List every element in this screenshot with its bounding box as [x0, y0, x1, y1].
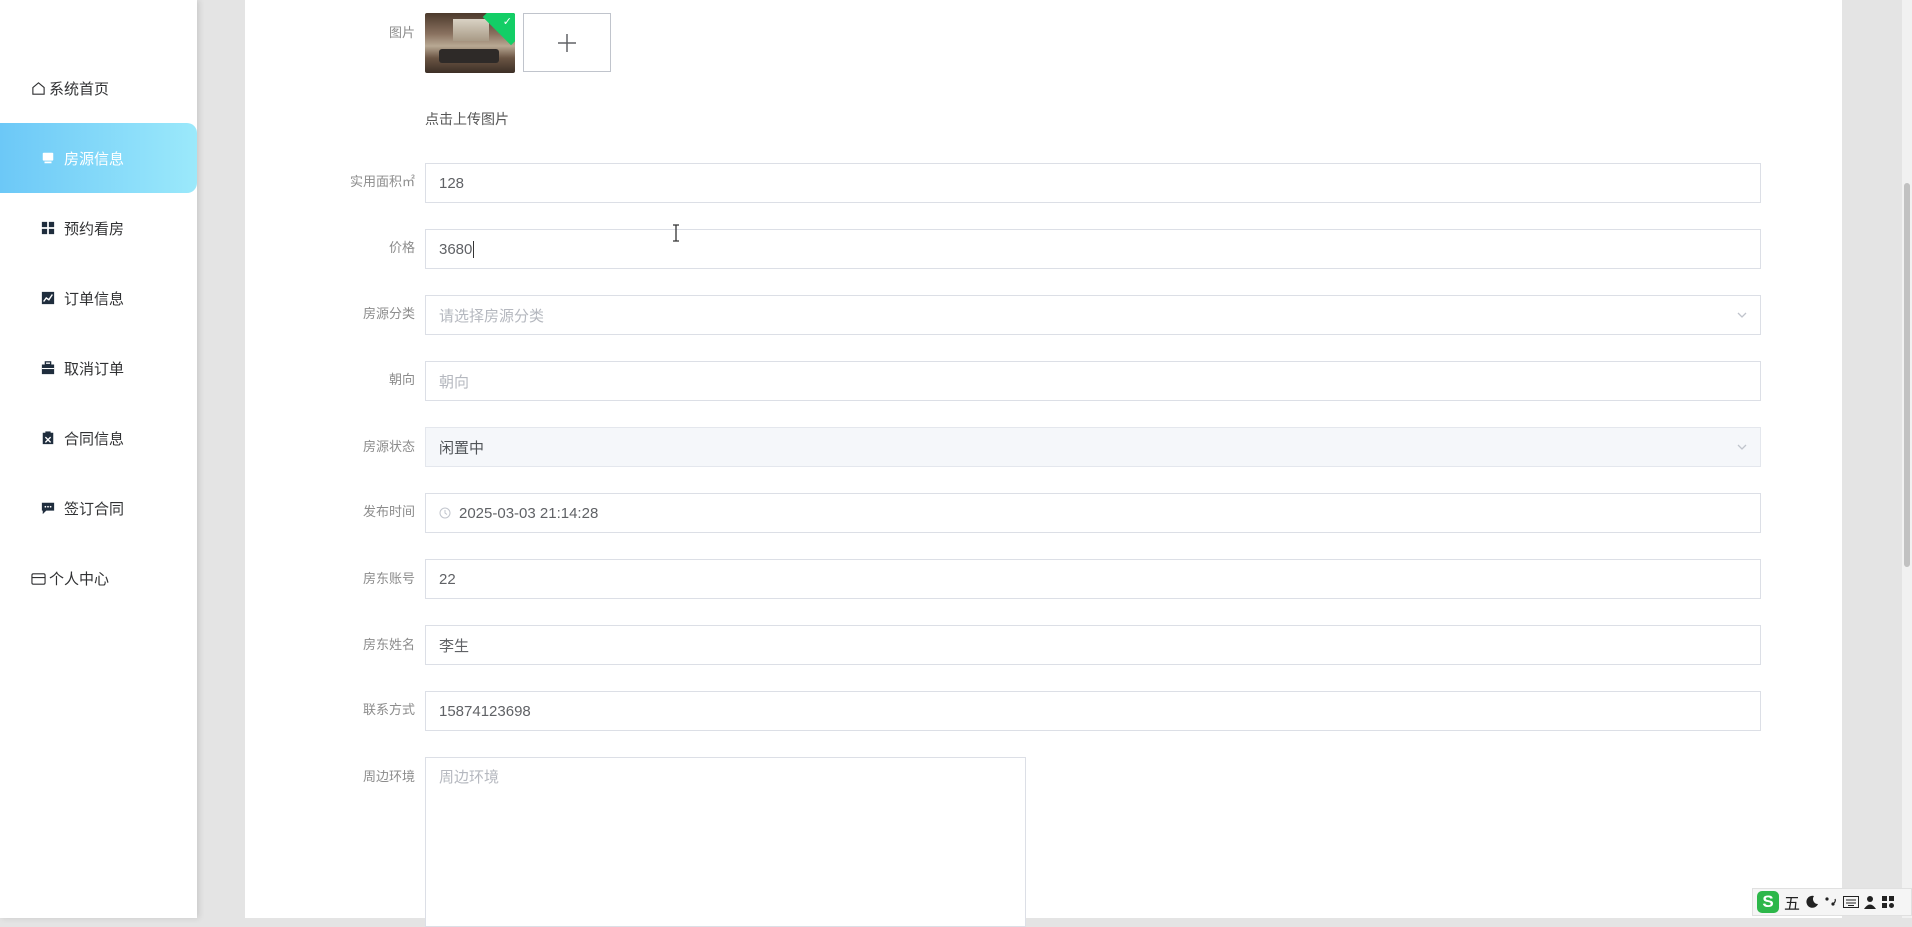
text-cursor — [473, 240, 475, 258]
uploaded-image-thumbnail[interactable]: ✓ — [425, 13, 515, 73]
keyboard-icon[interactable] — [1843, 896, 1860, 908]
check-icon: ✓ — [502, 16, 512, 28]
page-scrollbar[interactable] — [1902, 0, 1912, 918]
clipboard-icon — [40, 430, 56, 446]
image-label: 图片 — [388, 25, 415, 40]
briefcase-icon — [40, 360, 56, 376]
orientation-label: 朝向 — [388, 372, 415, 387]
publish-time-picker[interactable]: 2025-03-03 21:14:28 — [425, 493, 1761, 533]
ime-logo-icon[interactable]: S — [1757, 891, 1779, 913]
price-input[interactable]: 3680 — [425, 229, 1761, 269]
apps-icon[interactable] — [1881, 895, 1895, 909]
status-select[interactable]: 闲置中 — [425, 427, 1761, 467]
sidebar-item-label: 系统首页 — [49, 80, 110, 98]
sidebar-item-label: 个人中心 — [49, 570, 110, 588]
sidebar-item-viewing[interactable]: 预约看房 — [0, 193, 197, 263]
landlord-name-label: 房东姓名 — [362, 637, 415, 652]
user-icon[interactable] — [1864, 895, 1877, 909]
clock-icon — [439, 507, 451, 519]
landlord-account-input[interactable]: 22 — [425, 559, 1761, 599]
sidebar-item-label: 签订合同 — [64, 500, 125, 518]
chevron-down-icon — [1737, 444, 1747, 450]
sidebar-item-label: 预约看房 — [64, 220, 125, 238]
orientation-input[interactable]: 朝向 — [425, 361, 1761, 401]
grid-icon — [40, 220, 56, 236]
surroundings-label: 周边环境 — [362, 769, 415, 784]
area-input[interactable]: 128 — [425, 163, 1761, 203]
sidebar-item-home[interactable]: 系统首页 — [0, 53, 197, 123]
upload-hint[interactable]: 点击上传图片 — [425, 109, 509, 129]
scrollbar-thumb[interactable] — [1904, 183, 1910, 567]
plus-icon — [558, 33, 576, 52]
contact-input[interactable]: 15874123698 — [425, 691, 1761, 731]
home-icon — [30, 80, 46, 96]
sidebar-item-label: 房源信息 — [64, 150, 125, 168]
chat-icon — [40, 500, 56, 516]
sidebar-item-contracts[interactable]: 合同信息 — [0, 403, 197, 473]
area-label: 实用面积㎡ — [349, 174, 415, 189]
sidebar-item-cancel-orders[interactable]: 取消订单 — [0, 333, 197, 403]
sidebar: 系统首页 房源信息 预约看房 订单信息 取消订单 合同信息 签订合同 个人中心 — [0, 0, 197, 918]
contact-label: 联系方式 — [362, 702, 415, 717]
surroundings-textarea[interactable]: 周边环境 — [425, 757, 1026, 927]
category-label: 房源分类 — [362, 306, 415, 321]
sidebar-item-profile[interactable]: 个人中心 — [0, 543, 197, 613]
sidebar-item-label: 取消订单 — [64, 360, 125, 378]
landlord-name-input[interactable]: 李生 — [425, 625, 1761, 665]
ime-toolbar[interactable]: S 五 — [1752, 888, 1912, 916]
category-select[interactable]: 请选择房源分类 — [425, 295, 1761, 335]
punctuation-icon[interactable] — [1824, 895, 1838, 909]
sidebar-item-label: 合同信息 — [64, 430, 125, 448]
publish-time-label: 发布时间 — [362, 504, 415, 519]
listing-form: 图片 ✓ 点击上传图片 实用面积㎡ 128 价格 3680 房源分类 请选择房源… — [245, 0, 1842, 927]
moon-icon[interactable] — [1805, 895, 1819, 909]
chart-icon — [40, 290, 56, 306]
add-image-button[interactable] — [523, 13, 611, 72]
status-label: 房源状态 — [362, 439, 415, 454]
mouse-ibeam-cursor-icon — [673, 224, 679, 242]
sidebar-item-label: 订单信息 — [64, 290, 125, 308]
sidebar-item-listings[interactable]: 房源信息 — [0, 123, 197, 193]
sidebar-item-orders[interactable]: 订单信息 — [0, 263, 197, 333]
chevron-down-icon — [1737, 312, 1747, 318]
ime-mode-label[interactable]: 五 — [1784, 890, 1800, 914]
landlord-account-label: 房东账号 — [362, 571, 415, 586]
price-label: 价格 — [388, 240, 415, 255]
monitor-icon — [40, 150, 56, 166]
card-icon — [30, 570, 46, 586]
sidebar-item-sign-contract[interactable]: 签订合同 — [0, 473, 197, 543]
